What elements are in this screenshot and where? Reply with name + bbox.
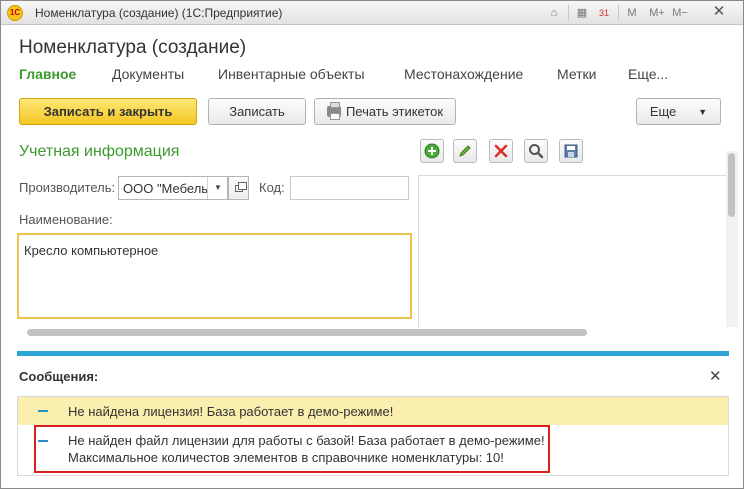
toolbar-separator	[618, 5, 619, 21]
dash-icon	[38, 410, 48, 412]
tab-main[interactable]: Главное	[19, 66, 76, 82]
tab-location[interactable]: Местонахождение	[404, 66, 523, 82]
code-label: Код:	[259, 180, 285, 195]
manufacturer-label: Производитель:	[19, 180, 116, 195]
page-title: Номенклатура (создание)	[19, 37, 247, 58]
message-text: Не найдена лицензия! База работает в дем…	[68, 404, 394, 419]
right-panel[interactable]	[418, 175, 726, 327]
tab-more[interactable]: Еще...	[628, 66, 668, 82]
tab-inventory-objects[interactable]: Инвентарные объекты	[218, 66, 365, 82]
manufacturer-value: ООО "Мебель	[123, 181, 207, 196]
toolbar-separator	[568, 5, 569, 21]
manufacturer-select[interactable]: ООО "Мебель ▼	[118, 176, 228, 200]
delete-icon	[494, 144, 508, 158]
printer-icon	[326, 102, 341, 120]
print-labels-button[interactable]: Печать этикеток	[314, 98, 456, 125]
save-button[interactable]: Записать	[208, 98, 306, 125]
more-actions-label: Еще	[649, 104, 677, 119]
edit-icon	[459, 145, 471, 157]
save-and-close-button[interactable]: Записать и закрыть	[19, 98, 197, 125]
tab-documents[interactable]: Документы	[112, 66, 184, 82]
message-item[interactable]: Не найдена лицензия! База работает в дем…	[18, 397, 728, 425]
code-input[interactable]	[290, 176, 409, 200]
name-label: Наименование:	[19, 212, 113, 227]
scrollbar-thumb[interactable]	[27, 329, 587, 336]
form-tabs: Главное Документы Инвентарные объекты Ме…	[1, 66, 743, 86]
scrollbar-thumb[interactable]	[728, 153, 735, 217]
title-bar: 1С Номенклатура (создание) (1С:Предприят…	[1, 1, 743, 25]
save-file-button[interactable]	[559, 139, 583, 163]
name-textarea[interactable]: Кресло компьютерное	[17, 233, 412, 319]
chevron-down-icon: ▼	[698, 107, 708, 117]
search-icon	[529, 144, 544, 159]
open-icon	[235, 182, 247, 192]
name-value: Кресло компьютерное	[24, 243, 159, 258]
open-manufacturer-button[interactable]	[228, 176, 249, 200]
messages-title: Сообщения:	[19, 369, 99, 384]
section-title: Учетная информация	[19, 143, 180, 160]
horizontal-scrollbar[interactable]	[23, 328, 723, 338]
app-window: 1С Номенклатура (создание) (1С:Предприят…	[0, 0, 744, 489]
delete-button[interactable]	[489, 139, 513, 163]
close-icon[interactable]: ✕	[709, 367, 722, 385]
find-button[interactable]	[524, 139, 548, 163]
memory-store-button[interactable]: M	[625, 4, 639, 22]
memory-subtract-button[interactable]: M−	[670, 4, 690, 22]
add-icon	[424, 143, 440, 159]
more-actions-button[interactable]: Еще ▼	[636, 98, 721, 125]
calendar-icon[interactable]: 31	[596, 4, 612, 22]
print-labels-label: Печать этикеток	[345, 104, 444, 119]
edit-button[interactable]	[453, 139, 477, 163]
app-logo-icon[interactable]: 1С	[7, 5, 23, 21]
calculator-icon[interactable]: ▦	[574, 4, 590, 22]
tab-tags[interactable]: Метки	[557, 66, 597, 82]
home-icon[interactable]: ⌂	[546, 4, 562, 22]
vertical-scrollbar[interactable]	[726, 151, 738, 327]
window-title: Номенклатура (создание) (1С:Предприятие)	[35, 6, 283, 20]
highlight-box	[34, 425, 550, 473]
save-icon	[564, 144, 578, 158]
memory-add-button[interactable]: M+	[646, 4, 668, 22]
chevron-down-icon[interactable]: ▼	[207, 177, 228, 199]
messages-divider[interactable]	[17, 351, 729, 356]
close-icon[interactable]: ✕	[699, 3, 739, 22]
add-button[interactable]	[420, 139, 444, 163]
